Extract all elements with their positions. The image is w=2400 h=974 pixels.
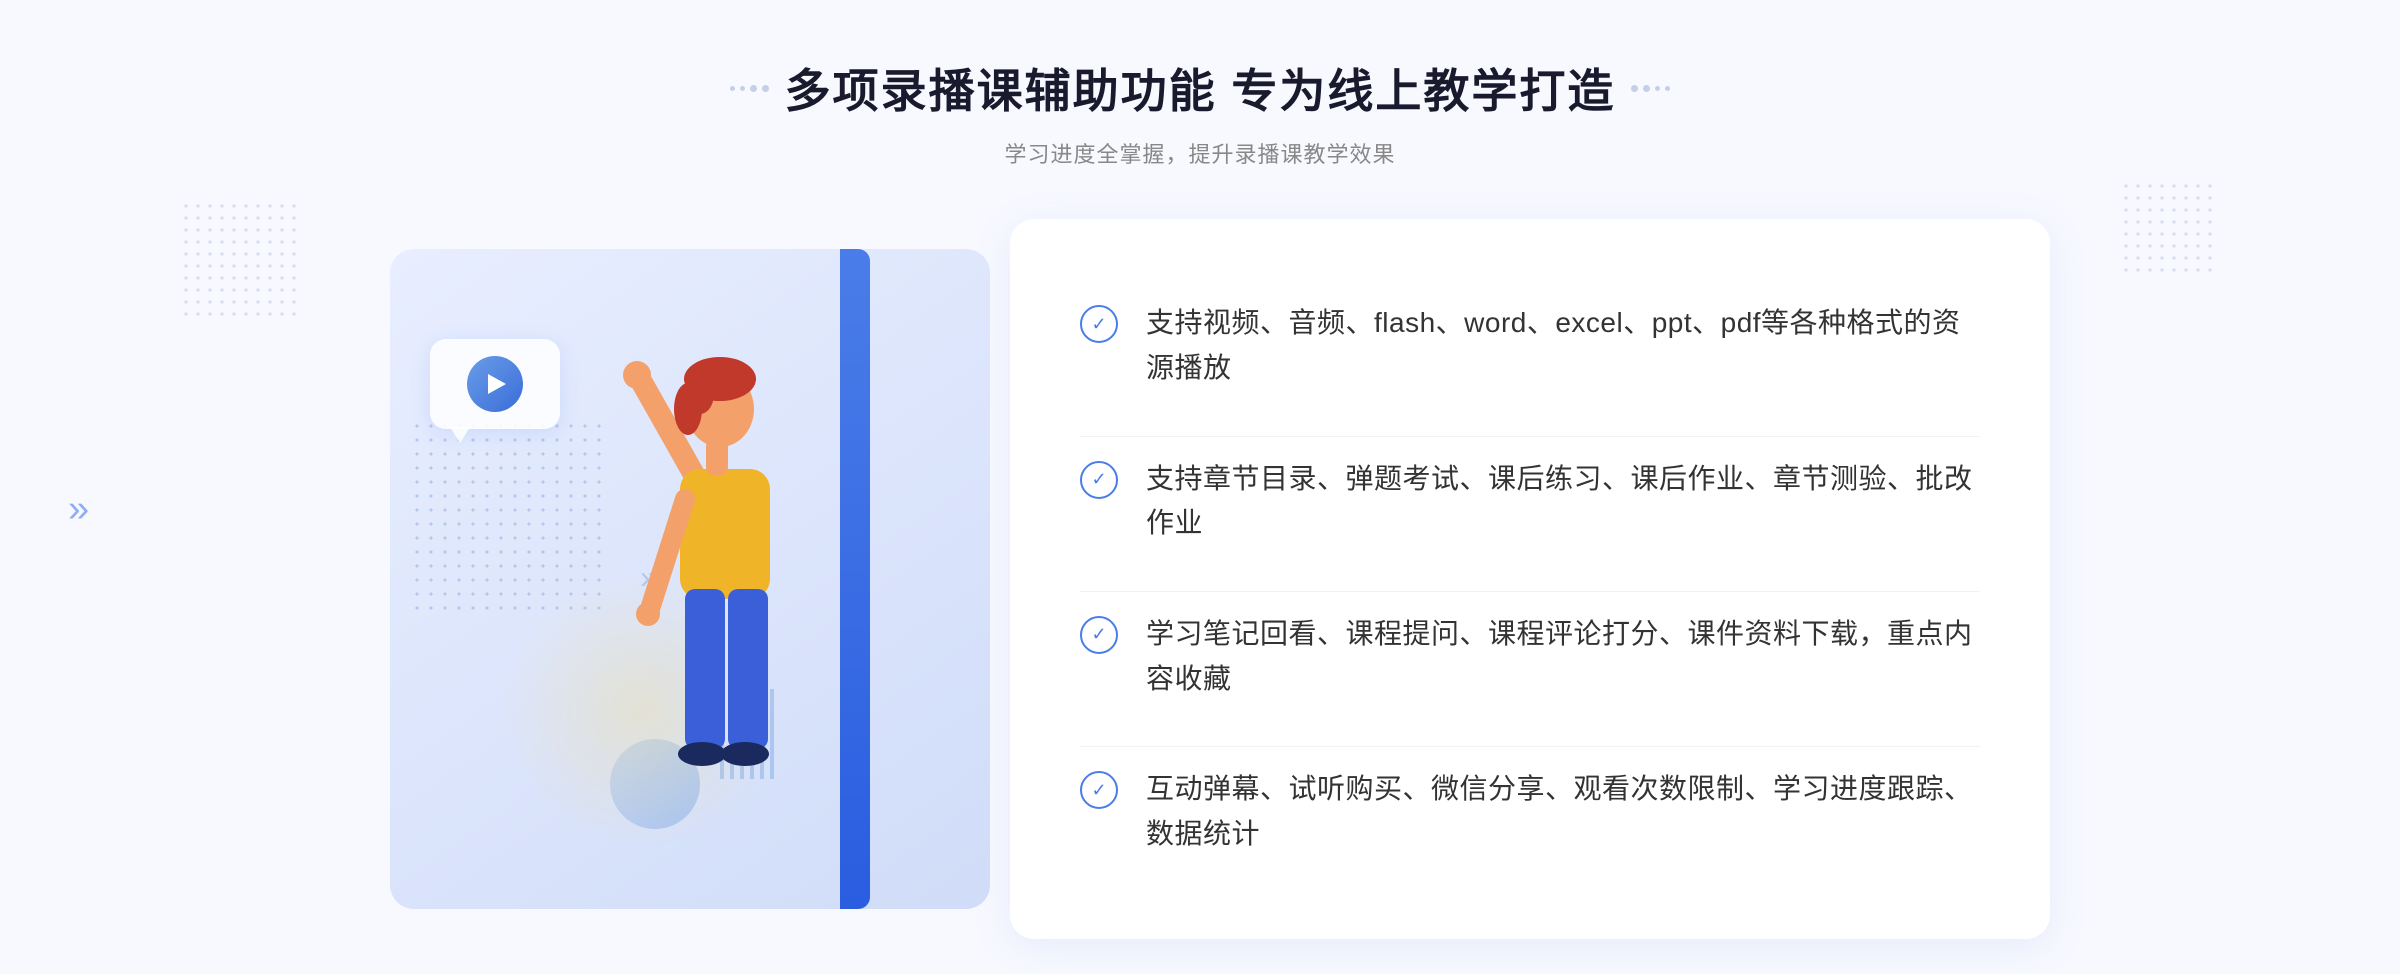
page-container: » 多项录播课辅助功能 专为线上教学打造 学习进度全掌握，提升录播课教学效果 xyxy=(0,0,2400,974)
dot xyxy=(1643,85,1650,92)
bg-dots-right xyxy=(2120,180,2220,280)
dots-left xyxy=(730,85,769,92)
feature-text-4: 互动弹幕、试听购买、微信分享、观看次数限制、学习进度跟踪、数据统计 xyxy=(1146,767,1980,857)
dot xyxy=(1631,85,1638,92)
dot xyxy=(1665,86,1670,91)
check-circle-2: ✓ xyxy=(1080,461,1118,499)
feature-item-2: ✓ 支持章节目录、弹题考试、课后练习、课后作业、章节测验、批改作业 xyxy=(1080,436,1980,567)
check-circle-1: ✓ xyxy=(1080,305,1118,343)
check-icon-3: ✓ xyxy=(1080,616,1118,654)
header: 多项录播课辅助功能 专为线上教学打造 学习进度全掌握，提升录播课教学效果 xyxy=(730,55,1671,169)
dot xyxy=(762,85,769,92)
check-circle-3: ✓ xyxy=(1080,616,1118,654)
check-icon-1: ✓ xyxy=(1080,305,1118,343)
feature-text-3: 学习笔记回看、课程提问、课程评论打分、课件资料下载，重点内容收藏 xyxy=(1146,612,1980,702)
dot xyxy=(730,86,735,91)
features-panel: ✓ 支持视频、音频、flash、word、excel、ppt、pdf等各种格式的… xyxy=(1010,219,2050,939)
dot xyxy=(750,85,757,92)
check-icon-4: ✓ xyxy=(1080,771,1118,809)
page-title: 多项录播课辅助功能 专为线上教学打造 xyxy=(785,55,1616,121)
bg-dots-left xyxy=(180,200,300,320)
dot xyxy=(1655,86,1660,91)
illustration-panel: » xyxy=(350,219,1030,939)
feature-item-4: ✓ 互动弹幕、试听购买、微信分享、观看次数限制、学习进度跟踪、数据统计 xyxy=(1080,746,1980,877)
illus-blue-bar xyxy=(840,249,870,909)
feature-text-1: 支持视频、音频、flash、word、excel、ppt、pdf等各种格式的资源… xyxy=(1146,301,1980,391)
page-subtitle: 学习进度全掌握，提升录播课教学效果 xyxy=(730,137,1671,169)
title-row: 多项录播课辅助功能 专为线上教学打造 xyxy=(730,55,1671,121)
chevron-left-decoration: » xyxy=(68,490,81,528)
check-icon-2: ✓ xyxy=(1080,461,1118,499)
check-circle-4: ✓ xyxy=(1080,771,1118,809)
person-figure xyxy=(540,349,820,879)
feature-item-3: ✓ 学习笔记回看、课程提问、课程评论打分、课件资料下载，重点内容收藏 xyxy=(1080,591,1980,722)
feature-item-1: ✓ 支持视频、音频、flash、word、excel、ppt、pdf等各种格式的… xyxy=(1080,281,1980,411)
feature-text-2: 支持章节目录、弹题考试、课后练习、课后作业、章节测验、批改作业 xyxy=(1146,457,1980,547)
play-icon-circle xyxy=(467,356,523,412)
dots-right xyxy=(1631,85,1670,92)
main-content: » xyxy=(350,219,2050,939)
dot xyxy=(740,86,745,91)
play-triangle-icon xyxy=(488,374,506,394)
